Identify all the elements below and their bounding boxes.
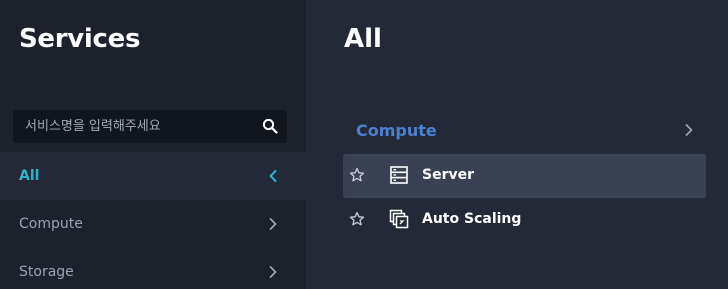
server-icon: [390, 166, 408, 184]
sidebar-title: Services: [19, 24, 141, 54]
sidebar: Services All Compute Storage: [0, 0, 306, 289]
chevron-right-icon: [269, 218, 277, 230]
star-outline-icon[interactable]: [349, 211, 365, 227]
sidebar-item-storage[interactable]: Storage: [0, 248, 306, 289]
sidebar-item-label: Storage: [19, 264, 74, 280]
chevron-right-icon: [685, 124, 693, 136]
service-label: Auto Scaling: [422, 211, 522, 227]
sidebar-item-label: Compute: [19, 216, 83, 232]
page-title: All: [344, 24, 382, 54]
star-outline-icon[interactable]: [349, 167, 365, 183]
search-input[interactable]: [13, 110, 253, 143]
service-item-auto-scaling[interactable]: Auto Scaling: [343, 198, 706, 242]
search-box: [13, 110, 287, 143]
sidebar-item-all[interactable]: All: [0, 152, 306, 200]
chevron-left-icon: [269, 170, 277, 182]
sidebar-item-label: All: [19, 168, 40, 184]
service-item-server[interactable]: Server: [343, 154, 706, 198]
category-label: Compute: [356, 120, 437, 140]
search-icon[interactable]: [262, 118, 278, 134]
sidebar-item-compute[interactable]: Compute: [0, 200, 306, 248]
chevron-right-icon: [269, 266, 277, 278]
auto-scaling-icon: [389, 209, 409, 229]
service-label: Server: [422, 167, 475, 183]
category-compute[interactable]: Compute: [344, 110, 706, 150]
